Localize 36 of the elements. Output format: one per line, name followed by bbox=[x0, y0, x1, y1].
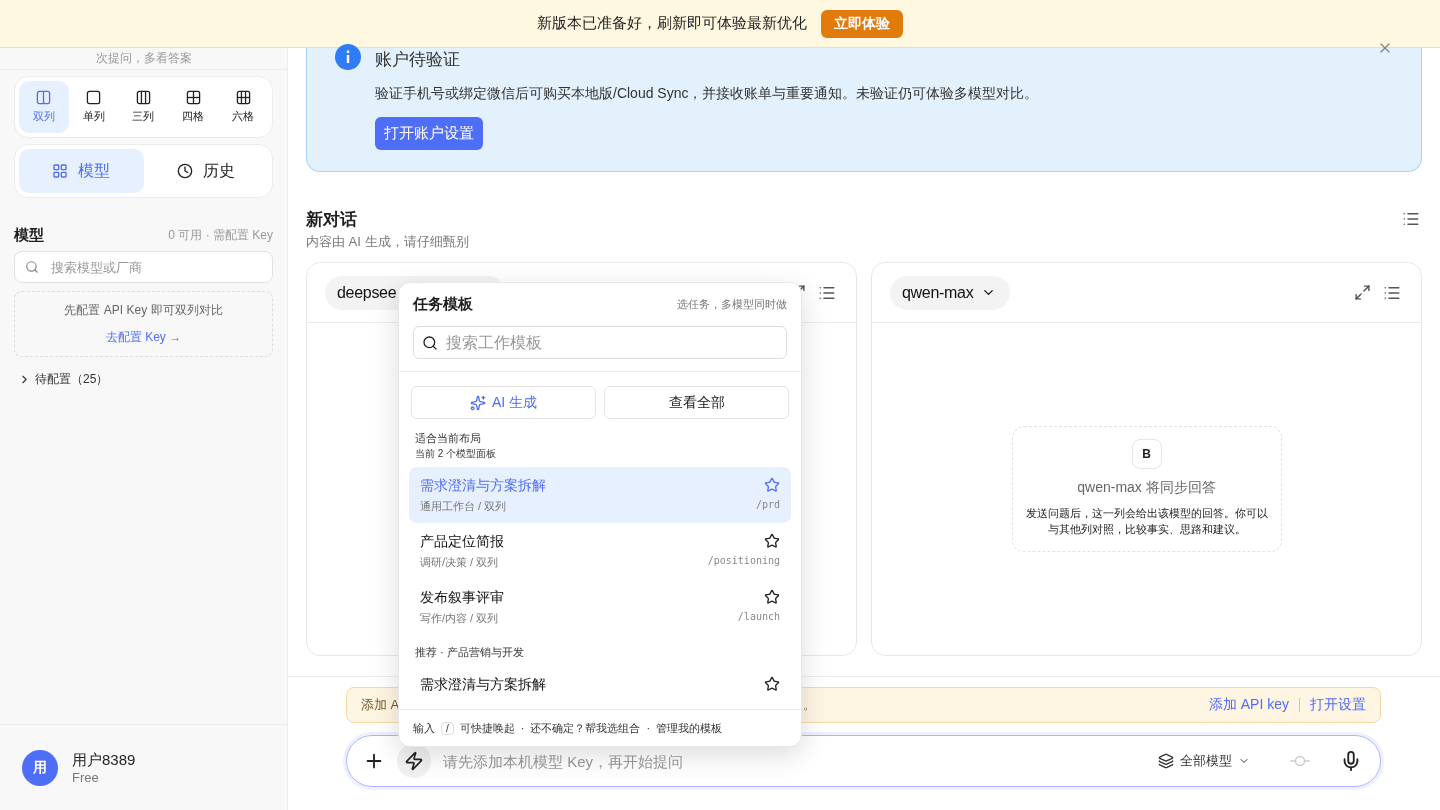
template-command: /prd bbox=[755, 499, 780, 512]
menu-subtitle: 选任务，多模型同时做 bbox=[677, 297, 787, 312]
conversation-subtitle: 内容由 AI 生成，请仔细甄别 bbox=[306, 233, 469, 251]
user-avatar: 用 bbox=[22, 749, 58, 786]
template-command: /positioning bbox=[707, 555, 780, 568]
alert-text: 。 bbox=[803, 696, 816, 714]
footer-text: 可快捷唤起 bbox=[459, 720, 515, 736]
template-title: 需求澄清与方案拆解 bbox=[420, 676, 547, 694]
section-note: 当前 2 个模型面板 bbox=[414, 447, 498, 461]
update-message: 新版本已准备好，刷新即可体验最新优化 bbox=[537, 14, 807, 33]
section-title: 推荐 · 产品营销与开发 bbox=[414, 645, 525, 660]
template-title: 发布叙事评审 bbox=[420, 589, 505, 607]
template-path: 写作/内容 / 双列 bbox=[420, 611, 500, 626]
template-path: 通用工作台 / 双列 bbox=[420, 499, 508, 514]
menu-title: 任务模板 bbox=[413, 295, 473, 314]
template-title: 产品定位简报 bbox=[420, 533, 505, 551]
template-command: /launch bbox=[737, 611, 780, 624]
separator-dot: · bbox=[520, 722, 525, 734]
shortcut-key: / bbox=[441, 721, 454, 735]
user-plan: Free bbox=[72, 769, 100, 785]
notice-title: 账户待验证 bbox=[375, 49, 461, 71]
notice-body: 验证手机号或绑定微信后可购买本地版/Cloud Sync，并接收账单与重要通知。未验证仍可体验多模型对比。 bbox=[375, 85, 1040, 103]
section-title: 适合当前布局 bbox=[414, 431, 482, 446]
setup-hint: 先配置 API Key 即可双列对比 bbox=[64, 302, 223, 319]
separator-dot: · bbox=[646, 722, 651, 734]
empty-state-text: 发送问题后，这一列会给出该模型的回答。你可以与其他列对照，比较事实、思路和建议。 bbox=[1024, 506, 1269, 537]
models-heading: 模型 bbox=[14, 226, 44, 245]
models-status: 0 可用 · 需配置 Key bbox=[168, 227, 273, 244]
template-title: 需求澄清与方案拆解 bbox=[420, 477, 547, 495]
conversation-title: 新对话 bbox=[306, 209, 358, 231]
sidebar-hint: 次提问，多看答案 bbox=[0, 48, 287, 70]
empty-state-title: qwen-max 将同步回答 bbox=[1077, 479, 1216, 497]
user-name: 用户8389 bbox=[72, 750, 136, 770]
footer-text: 输入 bbox=[413, 720, 435, 736]
template-path: 调研/决策 / 双列 bbox=[420, 555, 500, 570]
panel-letter: B bbox=[1131, 439, 1162, 469]
